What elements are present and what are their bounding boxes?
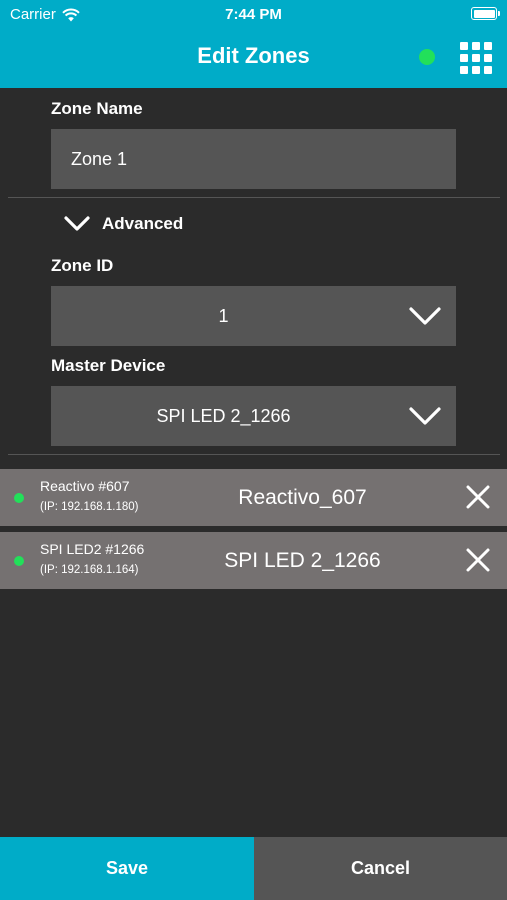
advanced-toggle[interactable]: Advanced [64, 214, 183, 234]
grid-dot-icon [472, 66, 480, 74]
advanced-label: Advanced [102, 214, 184, 233]
device-status-icon [14, 493, 24, 503]
top-bar: Carrier 7:44 PM Edit Zones [0, 0, 507, 88]
divider [8, 197, 500, 198]
device-name: Reactivo #607 [40, 478, 130, 494]
save-button[interactable]: Save [0, 837, 254, 900]
battery-icon [471, 7, 500, 20]
grid-dot-icon [484, 54, 492, 62]
grid-dot-icon [460, 54, 468, 62]
device-display-name: SPI LED 2_1266 [224, 549, 381, 572]
grid-menu-button[interactable] [460, 42, 492, 74]
grid-dot-icon [472, 54, 480, 62]
device-ip: (IP: 192.168.1.164) [40, 564, 139, 576]
connection-status-icon [419, 49, 435, 65]
zone-name-label: Zone Name [51, 99, 143, 118]
grid-dot-icon [484, 42, 492, 50]
device-name: SPI LED2 #1266 [40, 541, 145, 557]
zone-name-value: Zone 1 [71, 149, 128, 169]
chevron-down-icon [409, 407, 441, 425]
device-display-name: Reactivo_607 [238, 486, 367, 509]
divider [8, 454, 500, 455]
remove-device-button[interactable] [465, 547, 491, 573]
chevron-down-icon [64, 216, 90, 231]
zone-id-value: 1 [218, 306, 229, 326]
cancel-button[interactable]: Cancel [254, 837, 507, 900]
master-device-value: SPI LED 2_1266 [156, 406, 291, 426]
grid-dot-icon [460, 66, 468, 74]
status-time: 7:44 PM [225, 6, 282, 23]
zone-name-input[interactable]: Zone 1 [51, 129, 456, 189]
chevron-down-icon [409, 307, 441, 325]
status-bar: Carrier 7:44 PM [0, 0, 507, 28]
grid-dot-icon [472, 42, 480, 50]
zone-id-label: Zone ID [51, 256, 114, 275]
device-row: SPI LED2 #1266 (IP: 192.168.1.164) SPI L… [0, 532, 507, 589]
grid-dot-icon [484, 66, 492, 74]
master-device-label: Master Device [51, 356, 166, 375]
master-device-select[interactable]: SPI LED 2_1266 [51, 386, 456, 446]
device-ip: (IP: 192.168.1.180) [40, 501, 139, 513]
remove-device-button[interactable] [465, 484, 491, 510]
device-row: Reactivo #607 (IP: 192.168.1.180) Reacti… [0, 469, 507, 526]
grid-dot-icon [460, 42, 468, 50]
zone-id-select[interactable]: 1 [51, 286, 456, 346]
device-status-icon [14, 556, 24, 566]
